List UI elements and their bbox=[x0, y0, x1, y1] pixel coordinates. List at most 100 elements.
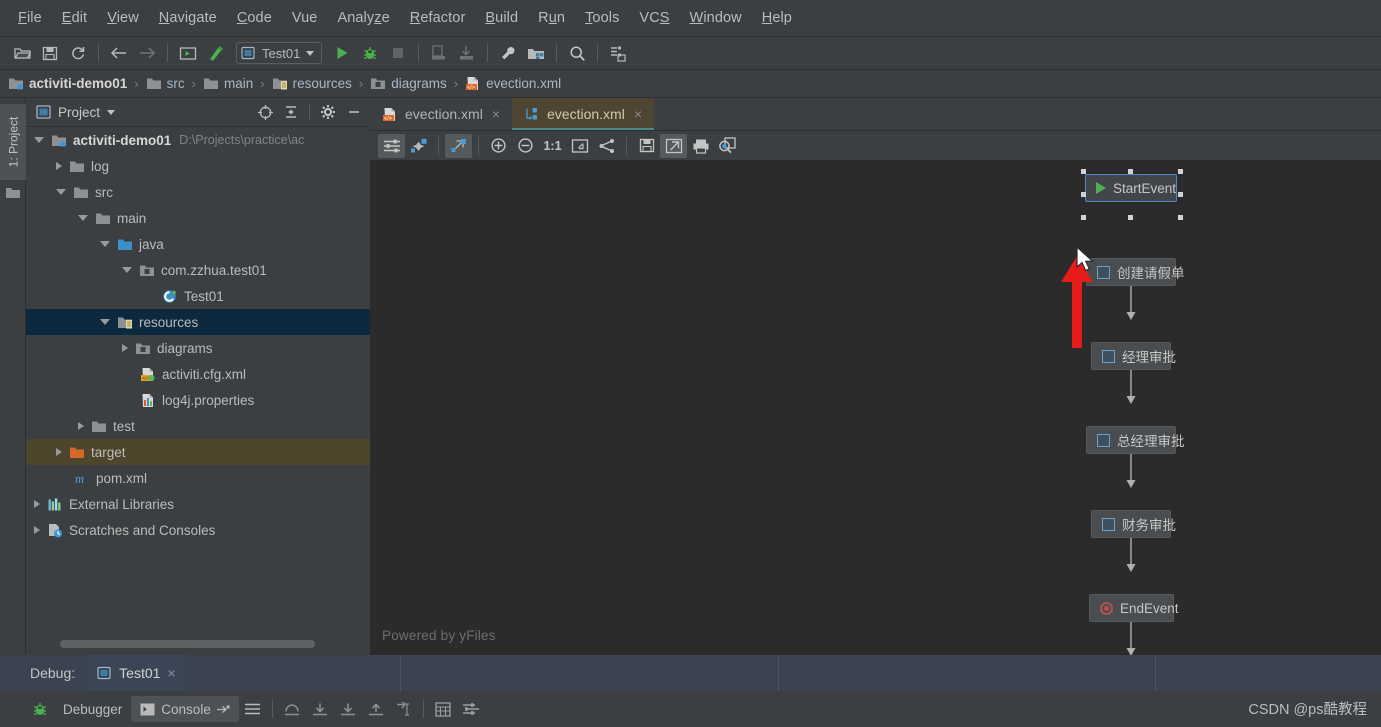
save-diagram-icon[interactable] bbox=[633, 134, 660, 158]
bpmn-node-task2[interactable]: 经理审批 bbox=[1091, 342, 1176, 370]
menu-item-view[interactable]: View bbox=[97, 7, 149, 29]
tree-node-java[interactable]: java bbox=[26, 231, 370, 257]
step-out-icon[interactable] bbox=[278, 696, 306, 722]
breadcrumb-item-activiti-demo01[interactable]: activiti-demo01 bbox=[8, 76, 127, 91]
step-into-icon[interactable] bbox=[334, 696, 362, 722]
selection-handle[interactable] bbox=[1178, 192, 1183, 197]
tree-node-activiti-cfg-xml[interactable]: </> activiti.cfg.xml bbox=[26, 361, 370, 387]
menu-item-code[interactable]: Code bbox=[227, 7, 282, 29]
analyze-graph-icon[interactable] bbox=[714, 134, 741, 158]
chevron-right-icon[interactable] bbox=[34, 500, 40, 508]
save-all-icon[interactable] bbox=[36, 40, 64, 66]
selection-handle[interactable] bbox=[1178, 169, 1183, 174]
tree-node-src[interactable]: src bbox=[26, 179, 370, 205]
chevron-right-icon[interactable] bbox=[56, 448, 62, 456]
tree-node-target[interactable]: target bbox=[26, 439, 370, 465]
layout-magic-icon[interactable] bbox=[405, 134, 432, 158]
minimize-icon[interactable] bbox=[342, 100, 366, 124]
breadcrumb-item-diagrams[interactable]: diagrams bbox=[370, 76, 447, 91]
close-icon[interactable]: × bbox=[634, 106, 642, 122]
selection-handle[interactable] bbox=[1178, 215, 1183, 220]
close-icon[interactable]: × bbox=[167, 665, 175, 681]
tab-debugger[interactable]: Debugger bbox=[54, 696, 131, 722]
tree-node-scratches-and-consoles[interactable]: Scratches and Consoles bbox=[26, 517, 370, 543]
build-project-icon[interactable] bbox=[174, 40, 202, 66]
debug-button[interactable] bbox=[356, 40, 384, 66]
breadcrumb-item-resources[interactable]: resources bbox=[272, 76, 352, 91]
tool-window-button-project[interactable]: 1: Project bbox=[0, 104, 26, 180]
chevron-down-icon[interactable] bbox=[100, 319, 110, 325]
menu-item-refactor[interactable]: Refactor bbox=[400, 7, 476, 29]
zoom-in-icon[interactable] bbox=[485, 134, 512, 158]
chevron-down-icon[interactable] bbox=[56, 189, 66, 195]
chevron-right-icon[interactable] bbox=[34, 526, 40, 534]
breadcrumb-item-src[interactable]: src bbox=[146, 76, 185, 91]
tree-node-log[interactable]: log bbox=[26, 153, 370, 179]
menu-item-analyze[interactable]: Analyze bbox=[327, 7, 399, 29]
tree-node-log4j-properties[interactable]: log4j.properties bbox=[26, 387, 370, 413]
menu-item-build[interactable]: Build bbox=[475, 7, 528, 29]
selection-handle[interactable] bbox=[1081, 169, 1086, 174]
open-project-icon[interactable] bbox=[8, 40, 36, 66]
settings-lines-icon[interactable] bbox=[457, 696, 485, 722]
tree-node-test[interactable]: test bbox=[26, 413, 370, 439]
locate-icon[interactable] bbox=[253, 100, 277, 124]
navigate-forward-icon[interactable] bbox=[133, 40, 161, 66]
menu-item-vcs[interactable]: VCS bbox=[629, 7, 679, 29]
database-icon[interactable] bbox=[604, 40, 632, 66]
menu-item-run[interactable]: Run bbox=[528, 7, 575, 29]
breadcrumb-item-main[interactable]: main bbox=[203, 76, 253, 91]
search-icon[interactable] bbox=[563, 40, 591, 66]
menu-item-edit[interactable]: Edit bbox=[52, 7, 97, 29]
run-configuration-selector[interactable]: Test01 bbox=[236, 42, 323, 64]
deploy-icon[interactable] bbox=[453, 40, 481, 66]
print-icon[interactable] bbox=[687, 134, 714, 158]
actual-size-icon[interactable]: 1:1 bbox=[539, 134, 566, 158]
tab-console[interactable]: Console bbox=[131, 696, 239, 722]
bpmn-node-start[interactable]: StartEvent bbox=[1085, 174, 1177, 202]
tree-node-pom-xml[interactable]: m pom.xml bbox=[26, 465, 370, 491]
tree-node-resources[interactable]: resources bbox=[26, 309, 370, 335]
tree-node-test01[interactable]: Test01 bbox=[26, 283, 370, 309]
menu-item-navigate[interactable]: Navigate bbox=[149, 7, 227, 29]
step-over-icon[interactable] bbox=[306, 696, 334, 722]
zoom-out-icon[interactable] bbox=[512, 134, 539, 158]
bpmn-node-task1[interactable]: 创建请假单 bbox=[1086, 258, 1185, 286]
tree-node-diagrams[interactable]: diagrams bbox=[26, 335, 370, 361]
project-tree[interactable]: activiti-demo01 D:\Projects\practice\ac lo… bbox=[26, 127, 370, 637]
tree-node-com-zzhua-test01[interactable]: com.zzhua.test01 bbox=[26, 257, 370, 283]
bpmn-node-task3[interactable]: 总经理审批 bbox=[1086, 426, 1185, 454]
selection-handle[interactable] bbox=[1128, 215, 1133, 220]
compile-icon[interactable] bbox=[202, 40, 230, 66]
show-structure-icon[interactable] bbox=[593, 134, 620, 158]
stop-button[interactable] bbox=[384, 40, 412, 66]
selection-handle[interactable] bbox=[1081, 192, 1086, 197]
bug-icon[interactable] bbox=[26, 696, 54, 722]
editor-tab-0[interactable]: </> evection.xml × bbox=[370, 98, 512, 130]
settings-sliders-icon[interactable] bbox=[378, 133, 405, 158]
chevron-down-icon[interactable] bbox=[107, 109, 116, 115]
debug-session-tab[interactable]: Test01 × bbox=[87, 655, 186, 691]
tree-node-activiti-demo01[interactable]: activiti-demo01 D:\Projects\practice\ac bbox=[26, 127, 370, 153]
menu-item-file[interactable]: File bbox=[8, 7, 52, 29]
navigate-back-icon[interactable] bbox=[105, 40, 133, 66]
gear-icon[interactable] bbox=[316, 100, 340, 124]
menu-item-help[interactable]: Help bbox=[752, 7, 802, 29]
chevron-down-icon[interactable] bbox=[100, 241, 110, 247]
collapse-all-icon[interactable] bbox=[279, 100, 303, 124]
run-button[interactable] bbox=[328, 40, 356, 66]
bpmn-node-task4[interactable]: 财务审批 bbox=[1091, 510, 1176, 538]
folder-icon[interactable] bbox=[5, 186, 21, 205]
chevron-down-icon[interactable] bbox=[306, 50, 315, 56]
synchronize-icon[interactable] bbox=[64, 40, 92, 66]
close-icon[interactable]: × bbox=[492, 106, 500, 122]
tree-node-main[interactable]: main bbox=[26, 205, 370, 231]
fit-screen-icon[interactable] bbox=[566, 134, 593, 158]
settings-wrench-icon[interactable] bbox=[494, 40, 522, 66]
chevron-right-icon[interactable] bbox=[122, 344, 128, 352]
project-structure-icon[interactable] bbox=[522, 40, 550, 66]
horizontal-scrollbar[interactable] bbox=[60, 640, 315, 648]
chevron-down-icon[interactable] bbox=[78, 215, 88, 221]
tree-node-external-libraries[interactable]: External Libraries bbox=[26, 491, 370, 517]
diagram-canvas[interactable]: StartEvent 创建请假单 经理审批 总经理审批 财务审批 EndEvent Pow… bbox=[370, 162, 1381, 655]
